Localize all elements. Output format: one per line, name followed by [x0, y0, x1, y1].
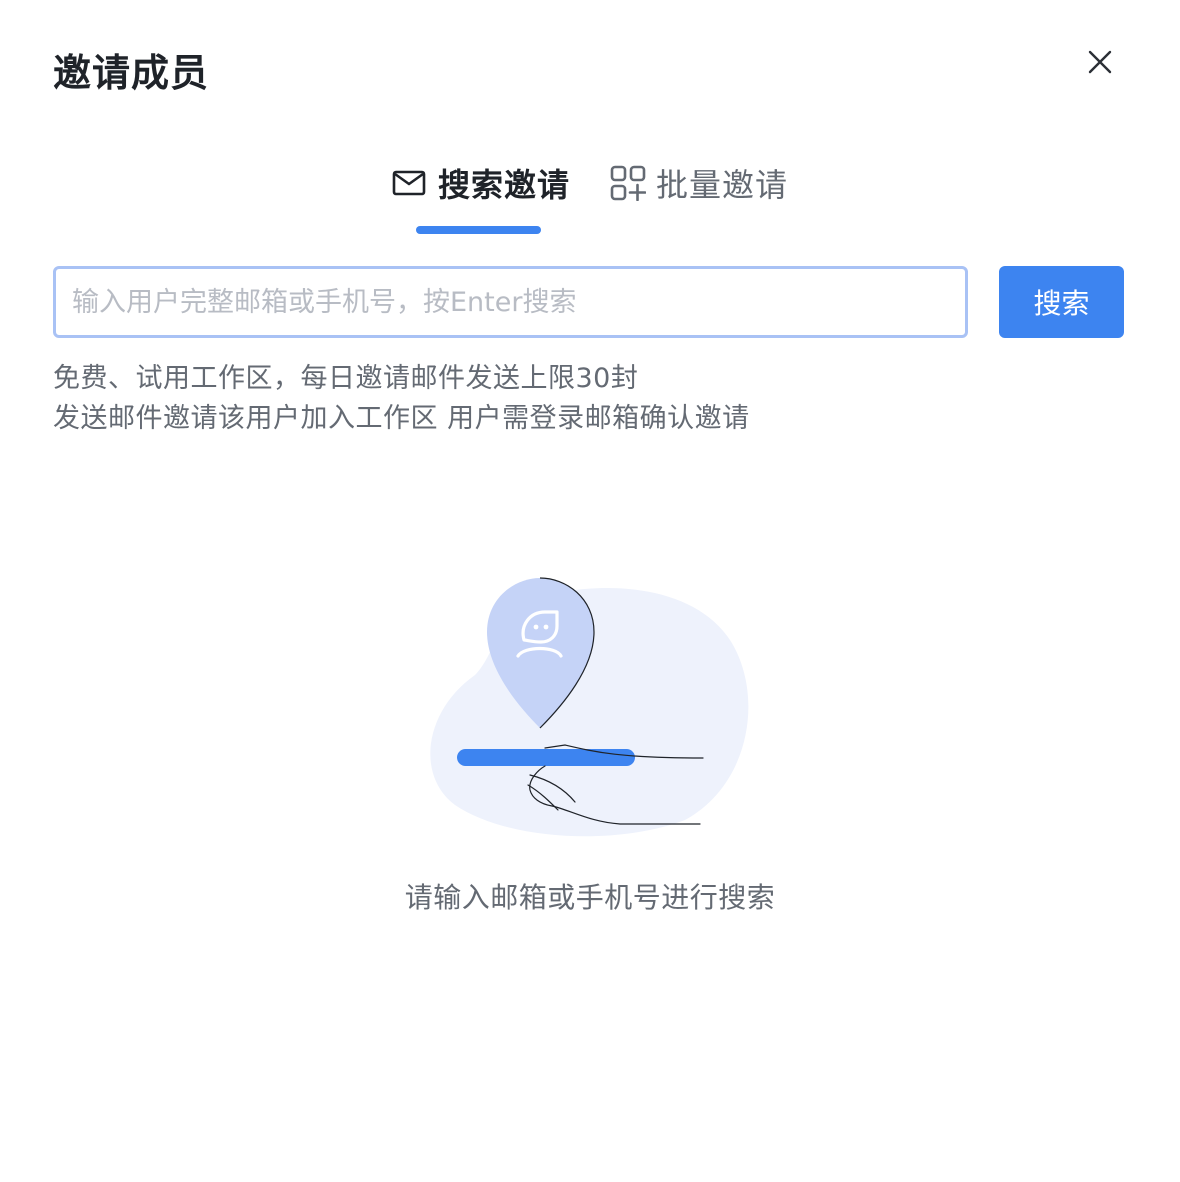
close-button[interactable]: [1080, 42, 1120, 82]
dialog-title: 邀请成员: [53, 51, 210, 95]
tab-batch-invite-label: 批量邀请: [656, 166, 789, 204]
active-tab-indicator: [416, 226, 541, 234]
tab-search-invite-label: 搜索邀请: [438, 166, 571, 204]
close-icon: [1088, 50, 1112, 74]
invite-process-hint: 发送邮件邀请该用户加入工作区 用户需登录邮箱确认邀请: [53, 403, 750, 434]
invite-tabs: 搜索邀请 批量邀请: [0, 150, 1180, 240]
tab-search-invite[interactable]: 搜索邀请: [392, 158, 570, 208]
search-button[interactable]: 搜索: [999, 266, 1124, 338]
invite-limit-hint: 免费、试用工作区，每日邀请邮件发送上限30封: [53, 363, 639, 394]
empty-state-illustration: [430, 577, 749, 837]
blue-bar: [457, 749, 635, 766]
invite-members-dialog: 邀请成员 搜索邀请 批量邀请 搜索 免费、试用工作区，每日邀请邮件发送上限30封: [0, 0, 1180, 1182]
batch-grid-icon: [610, 165, 646, 201]
search-input[interactable]: [53, 266, 968, 338]
tab-batch-invite[interactable]: 批量邀请: [610, 158, 788, 208]
empty-state-text: 请输入邮箱或手机号进行搜索: [404, 881, 776, 914]
mail-icon: [392, 170, 426, 196]
